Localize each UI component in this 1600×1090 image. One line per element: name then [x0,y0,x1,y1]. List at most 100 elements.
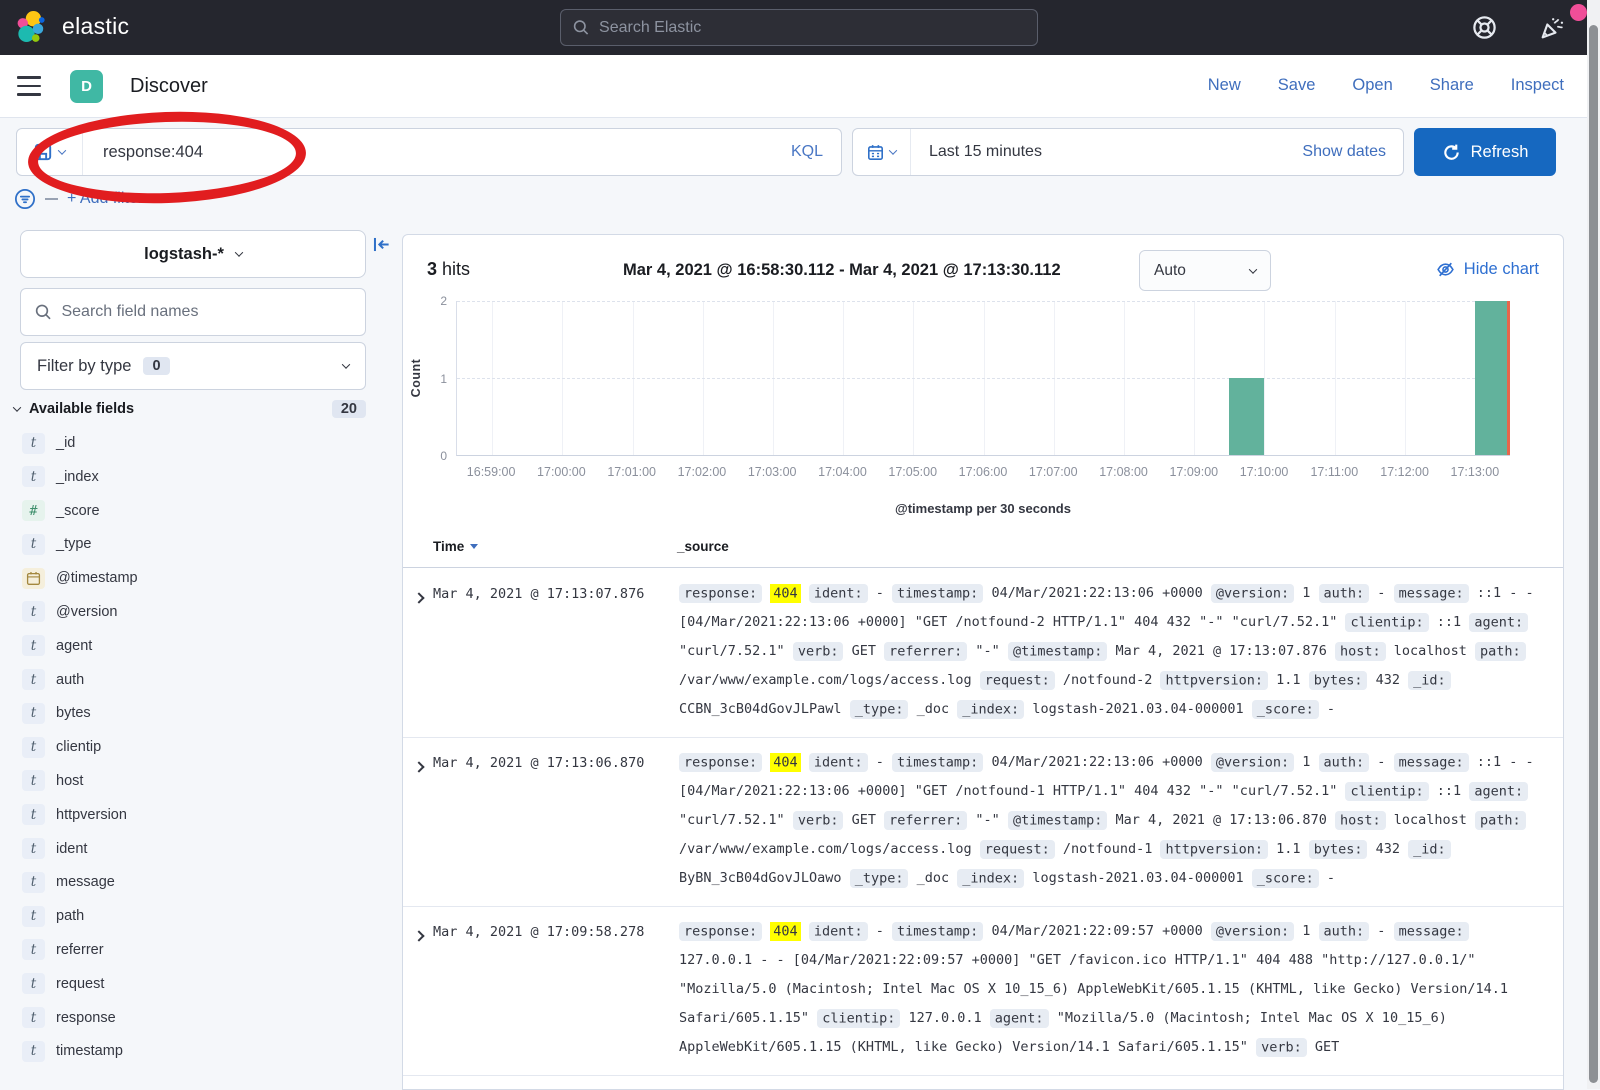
field-search-input[interactable] [61,303,351,321]
collapse-sidebar-button[interactable] [372,235,391,254]
field-value: _doc [917,870,950,886]
scrollbar-track[interactable] [1587,0,1600,1089]
field-type-text-icon: t [22,872,45,893]
time-range-value[interactable]: Last 15 minutes [911,143,1302,161]
x-tick-label: 17:02:00 [678,465,727,479]
field-type-text-icon: t [22,703,45,724]
field-type-text-icon: t [22,838,45,859]
query-bar: KQL [16,128,842,176]
field-value: /notfound-2 [1063,672,1152,688]
elastic-logo[interactable]: elastic [14,8,129,45]
row-source: response: 404 ident: - timestamp: 04/Mar… [679,579,1545,724]
query-input[interactable] [83,143,773,162]
quick-select-menu-button[interactable] [853,129,911,175]
hits-header: 3 hits Mar 4, 2021 @ 16:58:30.112 - Mar … [427,247,1541,291]
hide-chart-button[interactable]: Hide chart [1436,260,1539,279]
field-type-text-icon: t [22,534,45,555]
field-value: ::1 [1437,614,1461,630]
show-dates-button[interactable]: Show dates [1302,143,1403,161]
row-time: Mar 4, 2021 @ 17:09:58.278 [433,924,644,940]
interval-select[interactable]: Auto [1139,250,1271,291]
field-type-text-icon: t [22,433,45,454]
field-item-agent[interactable]: tagent [22,635,388,657]
time-column-label: Time [433,539,464,554]
index-pattern-switcher[interactable]: logstash-* [20,230,366,278]
field-item-_score[interactable]: #_score [22,500,388,522]
field-label: path [56,908,84,924]
x-tick-label: 16:59:00 [467,465,516,479]
x-tick-label: 17:13:00 [1451,465,1500,479]
histogram-bar[interactable] [1475,301,1510,455]
field-name-badge: auth: [1319,584,1370,603]
hits-number: 3 [427,259,437,279]
nav-link-inspect[interactable]: Inspect [1511,76,1564,95]
global-search[interactable] [560,9,1038,46]
scrollbar-thumb[interactable] [1589,25,1598,1083]
newsfeed-icon[interactable] [1538,14,1566,42]
field-value: GET [852,812,876,828]
histogram-bar[interactable] [1229,378,1264,455]
filter-by-type-dropdown[interactable]: Filter by type 0 [20,342,366,390]
field-value: /var/www/example.com/logs/access.log [679,672,972,688]
field-name-badge: agent: [1469,613,1528,632]
filter-icon[interactable] [14,188,36,210]
field-label: _index [56,469,99,485]
field-value: - [1327,701,1335,717]
field-item-@timestamp[interactable]: @timestamp [22,567,388,589]
search-icon [35,303,51,321]
field-item-path[interactable]: tpath [22,905,388,927]
saved-query-menu-button[interactable] [17,129,83,175]
field-item-_type[interactable]: t_type [22,533,388,555]
row-source: response: 404 ident: - timestamp: 04/Mar… [679,917,1545,1062]
chart-xticks: 16:59:0017:00:0017:01:0017:02:0017:03:00… [456,465,1510,481]
field-item-message[interactable]: tmessage [22,871,388,893]
field-item-httpversion[interactable]: thttpversion [22,804,388,826]
appbar-links: New Save Open Share Inspect [1208,76,1564,95]
nav-link-share[interactable]: Share [1430,76,1474,95]
field-search[interactable] [20,288,366,336]
global-search-input[interactable] [599,19,1025,37]
field-item-referrer[interactable]: treferrer [22,939,388,961]
nav-link-new[interactable]: New [1208,76,1241,95]
field-item-response[interactable]: tresponse [22,1007,388,1029]
field-item-auth[interactable]: tauth [22,669,388,691]
field-name-badge: _type: [850,700,909,719]
field-label: auth [56,672,84,688]
field-item-bytes[interactable]: tbytes [22,702,388,724]
add-filter-button[interactable]: + Add filter [67,190,143,208]
field-name-badge: clientip: [1345,613,1428,632]
expand-row-icon[interactable] [415,589,423,607]
column-header-time[interactable]: Time [433,539,478,554]
nav-link-open[interactable]: Open [1352,76,1392,95]
field-item-@version[interactable]: t@version [22,601,388,623]
available-fields-header[interactable]: Available fields 20 [14,400,366,418]
field-item-host[interactable]: thost [22,770,388,792]
discover-app-badge[interactable]: D [70,70,103,103]
field-list: t_idt_index#_scoret_type@timestampt@vers… [22,432,388,1074]
nav-link-save[interactable]: Save [1278,76,1316,95]
field-label: request [56,976,104,992]
expand-row-icon[interactable] [415,758,423,776]
field-label: httpversion [56,807,127,823]
table-row: Mar 4, 2021 @ 17:13:07.876response: 404 … [403,569,1563,738]
field-name-badge: @version: [1211,753,1294,772]
field-name-badge: referrer: [884,642,967,661]
menu-icon[interactable] [17,76,41,96]
help-icon[interactable] [1471,14,1498,41]
x-tick-label: 17:10:00 [1240,465,1289,479]
field-item-timestamp[interactable]: ttimestamp [22,1040,388,1062]
field-item-request[interactable]: trequest [22,973,388,995]
field-item-_id[interactable]: t_id [22,432,388,454]
field-item-ident[interactable]: tident [22,838,388,860]
field-type-text-icon: t [22,939,45,960]
field-value: Mar 4, 2021 @ 17:13:06.870 [1116,812,1327,828]
field-item-clientip[interactable]: tclientip [22,736,388,758]
refresh-button[interactable]: Refresh [1414,128,1556,176]
field-name-badge: message: [1394,584,1469,603]
field-value: 1 [1302,754,1310,770]
column-header-source: _source [677,539,729,554]
expand-row-icon[interactable] [415,927,423,945]
query-language-button[interactable]: KQL [773,143,841,161]
field-name-badge: response: [679,753,762,772]
field-item-_index[interactable]: t_index [22,466,388,488]
